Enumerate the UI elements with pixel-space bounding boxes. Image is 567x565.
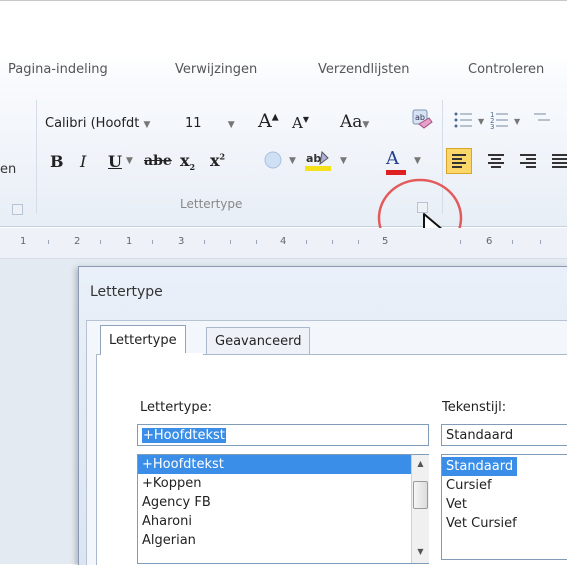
chevron-down-icon[interactable]: ▼ bbox=[289, 156, 296, 166]
chevron-down-icon[interactable]: ▼ bbox=[126, 156, 133, 166]
list-item[interactable]: +Koppen bbox=[138, 474, 428, 493]
grow-font-button[interactable]: A▲ bbox=[258, 110, 279, 132]
font-color-label: A bbox=[386, 148, 399, 169]
font-name-combobox[interactable]: Calibri (Hoofdt ▼ bbox=[44, 113, 178, 135]
font-list-scrollbar[interactable]: ▲ ▼ bbox=[411, 455, 429, 563]
align-center-icon[interactable] bbox=[484, 149, 508, 173]
style-label: Tekenstijl: bbox=[442, 400, 507, 415]
ruler-number: 1 bbox=[126, 236, 133, 247]
ruler-number: 4 bbox=[280, 236, 287, 247]
change-case-label: Aa bbox=[340, 112, 363, 132]
subscript-label: x bbox=[180, 151, 190, 170]
ruler-tick bbox=[48, 240, 49, 244]
svg-text:▼: ▼ bbox=[514, 117, 521, 126]
active-tab-join bbox=[101, 353, 203, 355]
bold-button[interactable]: B bbox=[50, 152, 64, 171]
font-name-input[interactable]: +Hoofdtekst bbox=[137, 424, 429, 446]
ruler-number: 1 bbox=[20, 236, 27, 247]
tab-verzendlijsten[interactable]: Verzendlijsten bbox=[318, 62, 409, 77]
ruler-tick bbox=[460, 240, 461, 244]
tab-pagina-indeling[interactable]: Pagina-indeling bbox=[8, 62, 108, 77]
title-area bbox=[0, 0, 567, 52]
ruler-number: 2 bbox=[74, 236, 81, 247]
superscript-label: x bbox=[210, 151, 220, 170]
list-item[interactable]: Aharoni bbox=[138, 512, 428, 531]
font-size-combobox[interactable]: 11 ▼ bbox=[184, 113, 252, 135]
chevron-down-icon[interactable]: ▼ bbox=[414, 156, 421, 166]
tab-lettertype-label: Lettertype bbox=[109, 333, 177, 348]
ruler-tick bbox=[204, 240, 205, 244]
list-item[interactable]: Standaard bbox=[442, 457, 518, 476]
svg-text:3: 3 bbox=[490, 123, 494, 131]
underline-button[interactable]: U bbox=[108, 152, 122, 171]
tab-verwijzingen[interactable]: Verwijzingen bbox=[175, 62, 257, 77]
align-right-icon[interactable] bbox=[516, 149, 540, 173]
align-left-icon bbox=[452, 154, 466, 168]
list-item[interactable]: Algerian bbox=[138, 531, 428, 550]
font-color-swatch bbox=[386, 170, 406, 175]
clipboard-group-partial: en bbox=[0, 162, 17, 177]
scroll-thumb[interactable] bbox=[413, 481, 428, 509]
clipboard-dialog-launcher-icon[interactable] bbox=[12, 204, 23, 215]
tab-geavanceerd-label: Geavanceerd bbox=[215, 334, 302, 349]
text-effects-icon[interactable] bbox=[262, 150, 288, 172]
style-input[interactable]: Standaard bbox=[441, 424, 567, 446]
shrink-font-button[interactable]: A▼ bbox=[292, 114, 309, 132]
ruler-tick bbox=[256, 240, 257, 244]
ruler-number: 5 bbox=[382, 236, 389, 247]
group-separator bbox=[36, 100, 37, 214]
ruler-number: 6 bbox=[486, 236, 493, 247]
svg-text:ab: ab bbox=[415, 113, 425, 122]
ruler-tick bbox=[100, 240, 101, 244]
superscript-button[interactable]: x2 bbox=[210, 151, 225, 170]
svg-text:▼: ▼ bbox=[478, 117, 485, 126]
tab-geavanceerd[interactable]: Geavanceerd bbox=[206, 327, 311, 356]
svg-text:ab: ab bbox=[306, 152, 321, 165]
scroll-down-icon[interactable]: ▼ bbox=[412, 543, 429, 560]
ruler-tick bbox=[332, 240, 333, 244]
list-buttons-icon[interactable]: ▼ 123 ▼ bbox=[450, 110, 567, 132]
ruler-number: 3 bbox=[178, 236, 185, 247]
change-case-button[interactable]: Aa▼ bbox=[340, 112, 369, 132]
chevron-down-icon: ▼ bbox=[227, 120, 235, 130]
ruler-tick bbox=[306, 240, 307, 244]
ruler-tick bbox=[512, 240, 513, 244]
justify-icon[interactable] bbox=[548, 149, 567, 173]
chevron-down-icon[interactable]: ▼ bbox=[340, 156, 347, 166]
strikethrough-button[interactable]: abe bbox=[144, 153, 172, 169]
scroll-up-icon[interactable]: ▲ bbox=[412, 455, 429, 472]
font-color-button[interactable]: A bbox=[386, 148, 408, 176]
list-item[interactable]: +Hoofdtekst bbox=[138, 455, 428, 474]
font-listbox[interactable]: +Hoofdtekst +Koppen Agency FB Aharoni Al… bbox=[137, 454, 429, 564]
style-listbox[interactable]: Standaard Cursief Vet Vet Cursief bbox=[441, 454, 567, 560]
list-item[interactable]: Vet bbox=[442, 495, 567, 514]
list-item[interactable]: Agency FB bbox=[138, 493, 428, 512]
chevron-down-icon: ▼ bbox=[143, 120, 151, 130]
tab-lettertype[interactable]: Lettertype bbox=[100, 325, 186, 356]
grow-font-label: A bbox=[258, 110, 272, 132]
font-size-value: 11 bbox=[185, 116, 202, 131]
align-left-button[interactable] bbox=[446, 148, 472, 174]
tab-controleren[interactable]: Controleren bbox=[468, 62, 544, 77]
window-edge bbox=[0, 0, 567, 1]
font-name-value: Calibri (Hoofdt bbox=[45, 116, 140, 131]
font-label: Lettertype: bbox=[140, 400, 212, 415]
ruler-tick bbox=[540, 240, 541, 244]
subscript-button[interactable]: x2 bbox=[180, 151, 195, 172]
ruler-tick bbox=[358, 240, 359, 244]
ruler-tick bbox=[152, 240, 153, 244]
ruler-tick bbox=[230, 240, 231, 244]
dialog-title: Lettertype bbox=[90, 284, 163, 300]
shrink-font-label: A bbox=[292, 114, 303, 132]
clear-formatting-icon[interactable]: ab bbox=[410, 108, 434, 132]
list-item[interactable]: Vet Cursief bbox=[442, 514, 567, 533]
list-item[interactable]: Cursief bbox=[442, 476, 567, 495]
style-input-value: Standaard bbox=[446, 428, 514, 443]
italic-button[interactable]: I bbox=[80, 152, 86, 171]
font-group-label: Lettertype bbox=[180, 197, 243, 211]
font-name-input-value: +Hoofdtekst bbox=[142, 428, 226, 443]
highlight-color-icon[interactable]: ab bbox=[304, 148, 334, 174]
